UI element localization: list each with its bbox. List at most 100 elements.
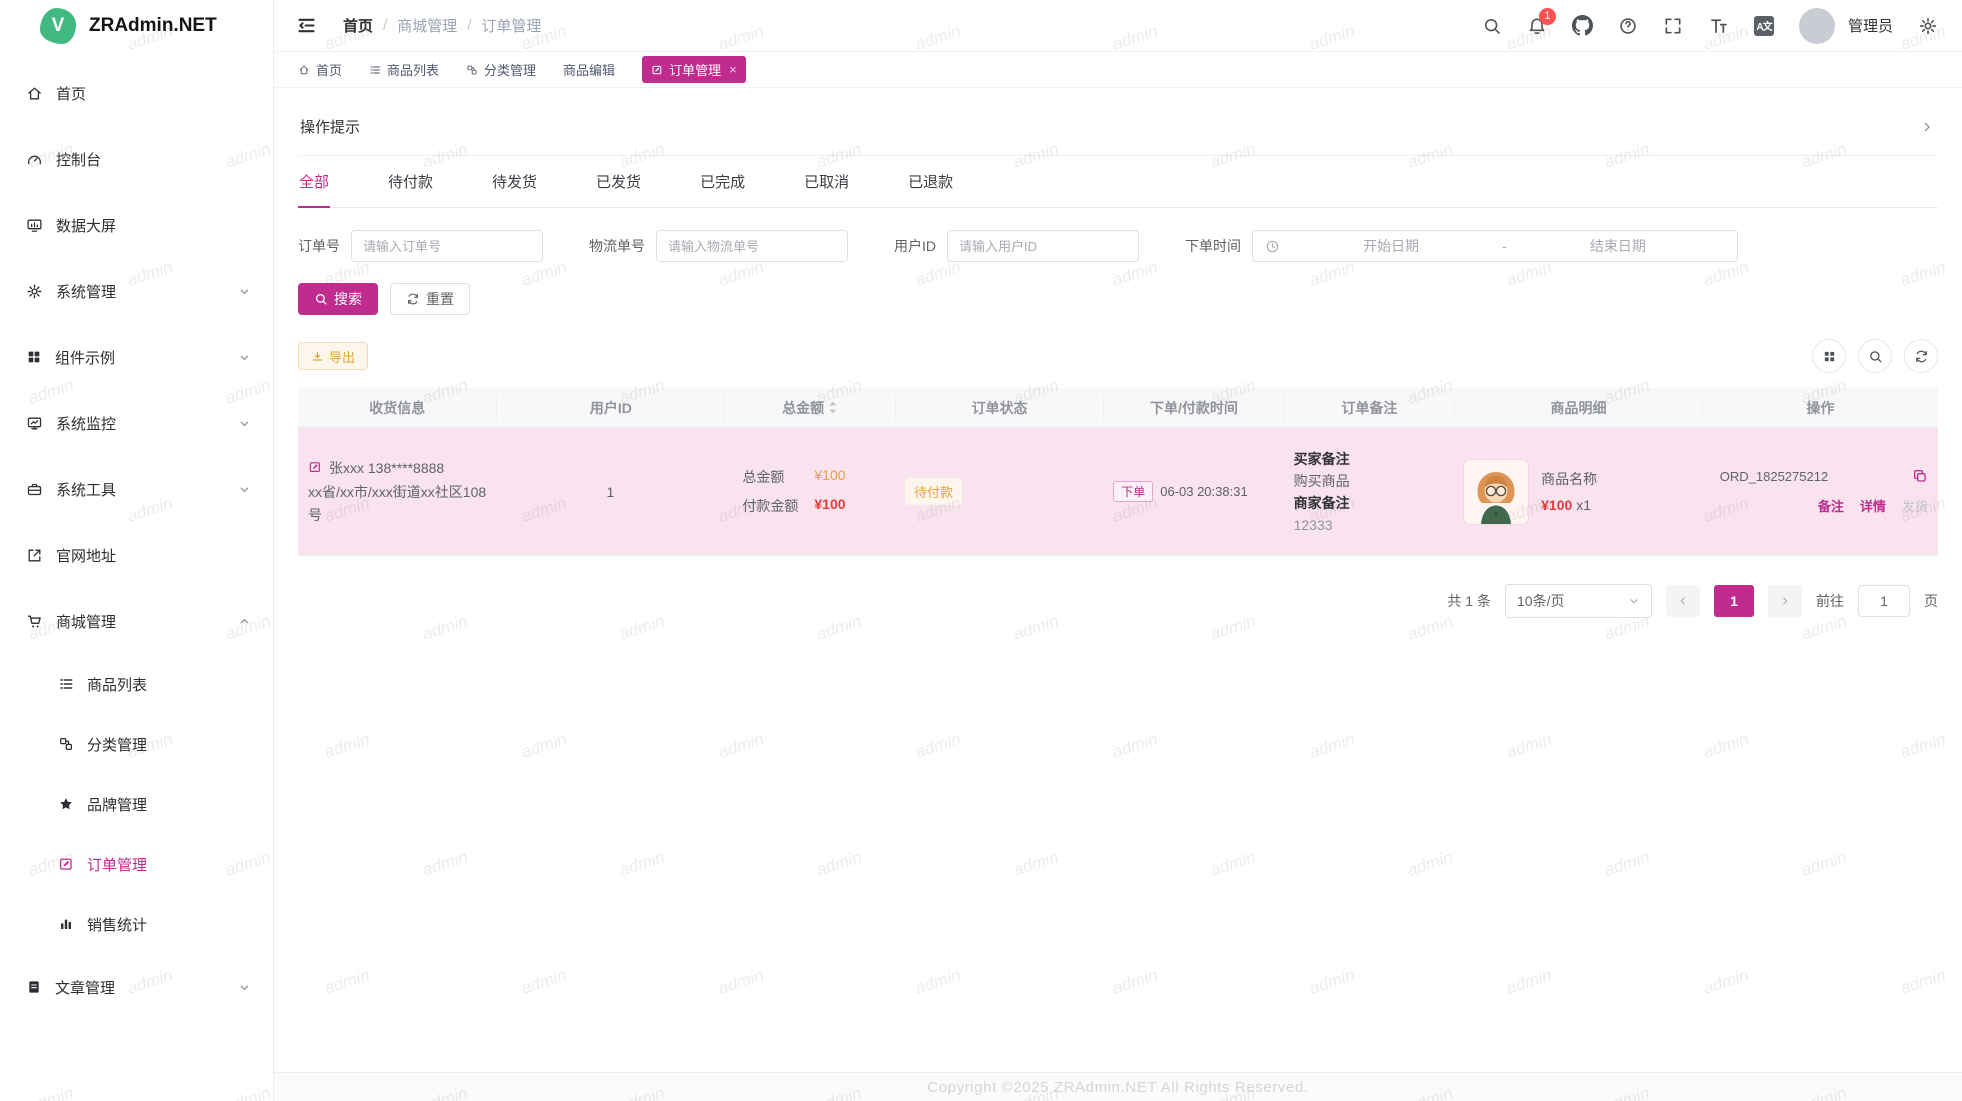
tracking-no-input[interactable] [656,230,848,262]
sidebar-item-website[interactable]: 官网地址 [0,522,273,588]
help-icon[interactable] [1618,16,1638,36]
language-badge: A文 [1754,16,1774,36]
status-tab-refunded[interactable]: 已退款 [907,156,954,207]
user-id-input[interactable] [947,230,1139,262]
table-search-icon[interactable] [1858,339,1892,373]
sidebar-item-product-list[interactable]: 商品列表 [0,654,273,714]
github-icon[interactable] [1572,15,1593,36]
topbar-actions: 1 A文 管理员 [1482,8,1938,44]
page-unit-label: 页 [1924,591,1938,611]
sidebar-item-monitor[interactable]: 系统监控 [0,390,273,456]
sidebar-item-mall[interactable]: 商城管理 [0,588,273,654]
status-tab-unpaid[interactable]: 待付款 [387,156,434,207]
cell-product: 商品名称 ¥100 x1 [1454,450,1702,534]
sidebar-item-brand[interactable]: 品牌管理 [0,774,273,834]
tag-tabs-bar: 首页 商品列表 分类管理 商品编辑 订单管理 × [274,52,1962,88]
detail-action[interactable]: 详情 [1860,496,1886,515]
tag-tab-product-list[interactable]: 商品列表 [369,60,439,79]
reset-button[interactable]: 重置 [390,283,470,315]
sort-carets-icon[interactable] [828,400,838,415]
ship-action[interactable]: 发货 [1902,496,1928,515]
toolbox-icon [26,481,43,498]
page-number-current[interactable]: 1 [1714,585,1754,617]
app-root: V ZRAdmin.NET 首页 控制台 数据大屏 系统管理 [0,0,1962,1101]
sidebar-item-category[interactable]: 分类管理 [0,714,273,774]
menu-fold-icon[interactable] [296,15,317,36]
date-start-placeholder[interactable]: 开始日期 [1284,236,1498,256]
date-range-picker[interactable]: 开始日期 - 结束日期 [1252,230,1738,262]
sidebar-item-tools[interactable]: 系统工具 [0,456,273,522]
copyright-text: Copyright ©2025 ZRAdmin.NET All Rights R… [927,1079,1308,1096]
close-icon[interactable]: × [729,62,737,77]
sidebar-item-console[interactable]: 控制台 [0,126,273,192]
export-button[interactable]: 导出 [298,342,368,370]
breadcrumb-separator: / [383,17,387,34]
sidebar-item-home[interactable]: 首页 [0,60,273,126]
bell-icon[interactable]: 1 [1527,16,1547,36]
table-refresh-icon[interactable] [1904,339,1938,373]
sidebar-item-label: 品牌管理 [87,794,147,815]
home-icon [26,85,43,102]
order-no-input[interactable] [351,230,543,262]
chevron-down-icon [238,351,251,364]
page-size-value: 10条/页 [1517,591,1564,611]
tip-panel[interactable]: 操作提示 [298,108,1938,156]
screen-icon [26,217,43,234]
tag-tab-home[interactable]: 首页 [298,60,342,79]
chevron-down-icon [238,417,251,430]
table-header-sortable[interactable]: 总金额 [724,396,895,420]
username[interactable]: 管理员 [1848,15,1893,36]
page-content: 操作提示 全部 待付款 待发货 已发货 已完成 已取消 已退款 订单号 物流单号 [274,88,1962,1072]
sidebar-item-sales-stats[interactable]: 销售统计 [0,894,273,954]
note-action[interactable]: 备注 [1818,496,1844,515]
status-tab-shipped[interactable]: 已发货 [595,156,642,207]
tag-tab-label: 分类管理 [484,60,536,79]
status-tab-all[interactable]: 全部 [298,156,330,207]
pagination: 共 1 条 10条/页 1 前往 页 [298,584,1938,618]
avatar[interactable] [1799,8,1835,44]
paid-amount-value: ¥100 [814,496,845,516]
status-tab-unshipped[interactable]: 待发货 [491,156,538,207]
tag-tab-category[interactable]: 分类管理 [466,60,536,79]
date-end-placeholder[interactable]: 结束日期 [1511,236,1725,256]
status-tab-cancelled[interactable]: 已取消 [803,156,850,207]
sidebar-item-label: 订单管理 [87,854,147,875]
gear-icon [26,283,43,300]
cell-user-id: 1 [496,474,724,510]
goto-page-input[interactable] [1858,585,1910,617]
font-size-icon[interactable] [1708,15,1729,36]
sidebar-menu: 首页 控制台 数据大屏 系统管理 组件示例 [0,52,273,1020]
tag-tab-orders[interactable]: 订单管理 × [642,56,746,83]
table-header: 订单状态 [895,396,1103,420]
filter-label: 用户ID [894,236,936,256]
column-toggle-icon[interactable] [1812,339,1846,373]
seller-note: 12333 [1294,514,1445,536]
sidebar-item-orders[interactable]: 订单管理 [0,834,273,894]
cell-actions: ORD_1825275212 备注 详情 发货 [1702,458,1938,525]
category-icon [466,64,478,76]
receiver-name-phone: 张xxx 138****8888 [329,457,444,479]
settings-gear-icon[interactable] [1918,16,1938,36]
sidebar-item-datascreen[interactable]: 数据大屏 [0,192,273,258]
search-button[interactable]: 搜索 [298,283,378,315]
sidebar-item-system[interactable]: 系统管理 [0,258,273,324]
product-image[interactable] [1464,460,1528,524]
search-icon[interactable] [1482,16,1502,36]
next-page-button[interactable] [1768,585,1802,617]
fullscreen-icon[interactable] [1663,16,1683,36]
status-tab-completed[interactable]: 已完成 [699,156,746,207]
breadcrumb-home[interactable]: 首页 [343,15,373,36]
status-badge: 待付款 [905,478,962,505]
sidebar-item-components[interactable]: 组件示例 [0,324,273,390]
logo[interactable]: V ZRAdmin.NET [0,0,273,52]
edit-address-icon[interactable] [308,460,322,474]
tag-tab-product-edit[interactable]: 商品编辑 [563,60,615,79]
page-size-select[interactable]: 10条/页 [1505,584,1652,618]
monitor-icon [26,415,43,432]
sidebar-item-articles[interactable]: 文章管理 [0,954,273,1020]
breadcrumb-mall[interactable]: 商城管理 [397,15,457,36]
cell-time: 下单 06-03 20:38:31 [1103,471,1283,512]
prev-page-button[interactable] [1666,585,1700,617]
language-icon[interactable]: A文 [1754,16,1774,36]
copy-icon[interactable] [1912,468,1928,484]
